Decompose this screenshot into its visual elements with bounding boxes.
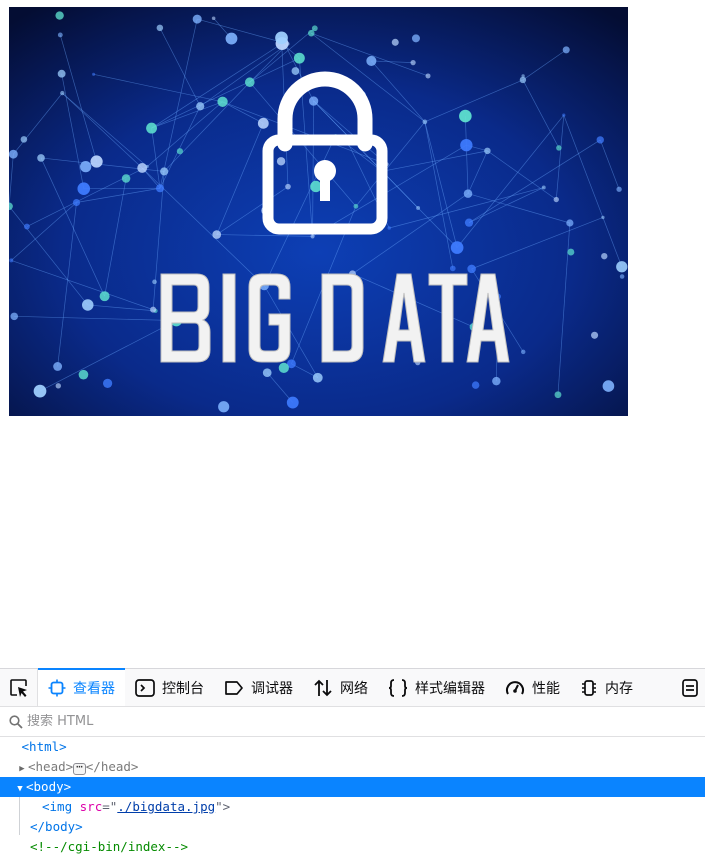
console-icon [135,679,155,697]
element-picker-button[interactable] [0,669,38,706]
tab-network-label: 网络 [340,678,368,698]
inspector-icon [48,679,66,697]
img-tag-end: "> [215,799,230,814]
search-html-input[interactable] [27,714,667,729]
tree-node-img[interactable]: <img src="./bigdata.jpg"> [0,797,705,817]
html-comment: <!--/cgi-bin/index--> [30,839,188,854]
expand-arrow-icon[interactable]: ▶ [16,759,28,779]
tab-console-label: 控制台 [162,678,204,698]
tree-node-html[interactable]: <html> [0,737,705,757]
tab-network[interactable]: 网络 [303,669,378,706]
tab-performance-label: 性能 [532,678,560,698]
big-data-image [9,7,628,416]
search-icon [9,715,23,729]
tab-style-editor[interactable]: 样式编辑器 [378,669,495,706]
debugger-icon [224,680,244,696]
collapse-arrow-icon[interactable]: ▼ [14,779,26,799]
markup-tree: <html> ▶<head>⋯</head> ▼<body> <img src=… [0,737,705,858]
devtools-panel: 查看器 控制台 调试器 网络 样式编辑器 [0,668,705,858]
img-src-attr-name: src [80,799,103,814]
img-src-link[interactable]: ./bigdata.jpg [117,799,215,814]
html-open-tag: <html> [22,739,67,754]
element-picker-icon [9,678,29,698]
tree-node-body-close[interactable]: </body> [0,817,705,837]
collapsed-ellipsis-icon[interactable]: ⋯ [73,763,86,775]
style-editor-icon [388,679,408,697]
more-tools-button[interactable] [675,669,705,706]
tab-inspector-label: 查看器 [73,678,115,698]
performance-icon [505,679,525,697]
tab-performance[interactable]: 性能 [495,669,570,706]
img-tag-start: <img [42,799,72,814]
network-icon [313,679,333,697]
storage-icon [682,679,698,697]
body-open-tag: <body> [26,779,71,794]
tree-node-head[interactable]: ▶<head>⋯</head> [0,757,705,777]
devtools-toolbar: 查看器 控制台 调试器 网络 样式编辑器 [0,669,705,707]
tab-debugger[interactable]: 调试器 [214,669,303,706]
tab-memory-label: 内存 [605,678,633,698]
head-open-tag: <head> [28,759,73,774]
head-close-tag: </head> [86,759,139,774]
tree-node-comment[interactable]: <!--/cgi-bin/index--> [0,837,705,857]
img-attr-eq: =" [102,799,117,814]
body-close-tag: </body> [30,819,83,834]
tab-style-editor-label: 样式编辑器 [415,678,485,698]
html-search-bar [0,707,705,737]
tree-node-body[interactable]: ▼<body> [0,777,705,797]
memory-icon [580,679,598,697]
tab-inspector[interactable]: 查看器 [38,669,125,706]
tab-memory[interactable]: 内存 [570,669,643,706]
tab-debugger-label: 调试器 [251,678,293,698]
tab-console[interactable]: 控制台 [125,669,214,706]
